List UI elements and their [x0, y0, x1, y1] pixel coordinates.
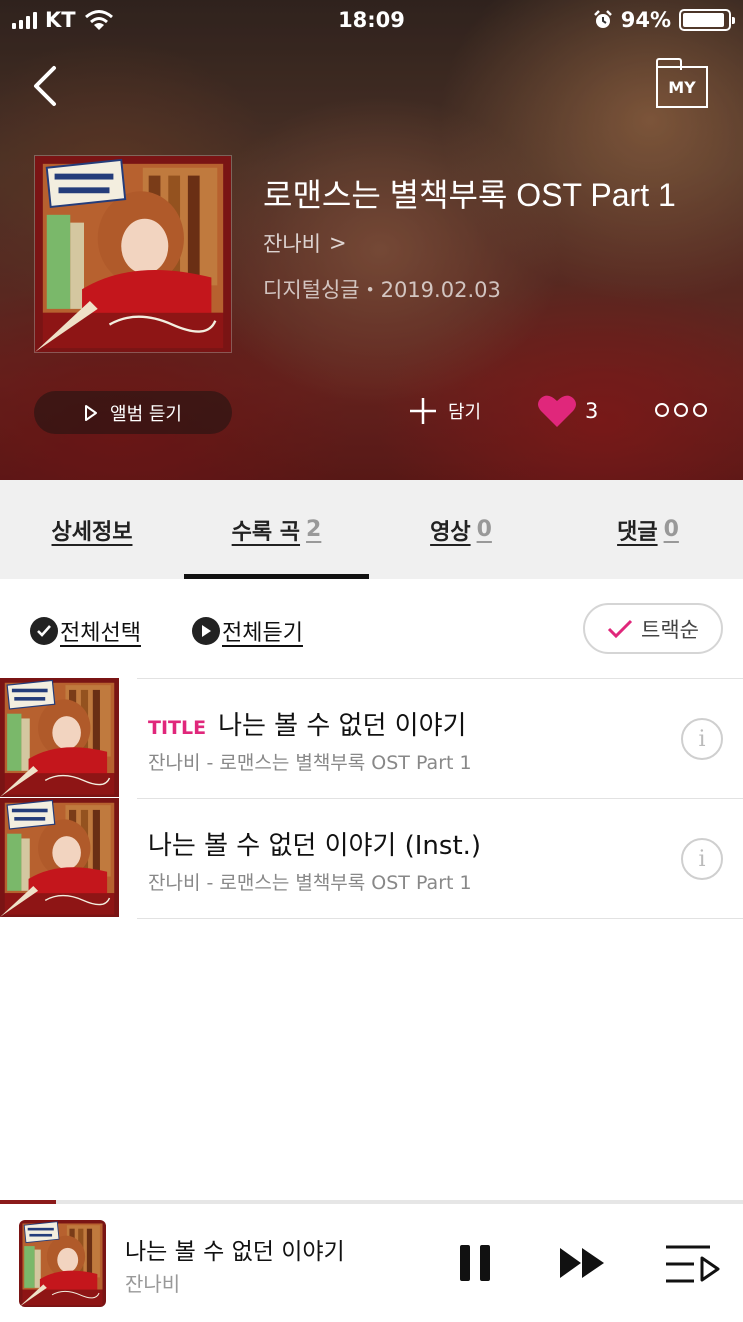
add-to-playlist-button[interactable]: 담기 — [408, 396, 481, 426]
tab-label: 수록 곡 — [231, 519, 301, 545]
pause-icon — [460, 1245, 490, 1281]
tab-label: 영상 — [430, 519, 471, 545]
info-icon[interactable]: i — [681, 718, 723, 760]
track-toolbar: 전체선택 전체듣기 트랙순 — [0, 579, 743, 679]
play-album-label: 앨범 듣기 — [110, 403, 182, 425]
check-circle-icon — [30, 617, 58, 645]
tab-videos[interactable]: 영상 0 — [369, 480, 553, 579]
tab-tracks[interactable]: 수록 곡 2 — [184, 480, 369, 579]
sort-label: 트랙순 — [641, 617, 699, 642]
more-dot-icon — [655, 403, 669, 417]
plus-icon — [410, 398, 436, 424]
add-label: 담기 — [448, 402, 482, 423]
more-dot-icon — [693, 403, 707, 417]
progress-bar[interactable] — [0, 1200, 743, 1204]
play-circle-icon — [192, 617, 220, 645]
tab-label: 상세정보 — [51, 519, 133, 545]
track-subtitle: 잔나비 - 로맨스는 별책부록 OST Part 1 — [148, 752, 472, 774]
battery-icon — [679, 9, 735, 31]
tab-count: 2 — [306, 517, 322, 542]
tab-label: 댓글 — [617, 519, 658, 545]
title-badge: TITLE — [148, 717, 207, 739]
album-cover-art — [35, 156, 231, 352]
track-row[interactable]: TITLE 나는 볼 수 없던 이야기 잔나비 - 로맨스는 별책부록 OST … — [0, 678, 743, 798]
check-icon — [607, 619, 633, 638]
select-all-button[interactable]: 전체선택 — [30, 615, 141, 647]
back-button[interactable] — [28, 62, 64, 110]
album-header: KT 18:09 94% MY 로맨스는 별책부록 OST Part 1 잔나비… — [0, 0, 743, 480]
tab-bar: 상세정보 수록 곡 2 영상 0 댓글 0 — [0, 480, 743, 579]
track-thumbnail — [0, 798, 119, 917]
playlist-button[interactable] — [664, 1244, 720, 1290]
battery-percent: 94% — [620, 8, 671, 32]
more-button[interactable] — [655, 403, 707, 417]
play-all-button[interactable]: 전체듣기 — [192, 615, 303, 647]
track-row[interactable]: 나는 볼 수 없던 이야기 (Inst.) 잔나비 - 로맨스는 별책부록 OS… — [0, 798, 743, 918]
sort-button[interactable]: 트랙순 — [583, 603, 723, 654]
track-thumbnail — [0, 678, 119, 797]
status-bar: KT 18:09 94% — [0, 0, 743, 42]
next-button[interactable] — [558, 1246, 606, 1284]
chevron-right-icon: > — [328, 231, 347, 255]
play-icon — [85, 404, 98, 421]
album-cover[interactable] — [34, 155, 232, 353]
album-title: 로맨스는 별책부록 OST Part 1 — [263, 177, 676, 213]
fast-forward-icon — [560, 1248, 604, 1278]
info-icon[interactable]: i — [681, 838, 723, 880]
now-playing-title: 나는 볼 수 없던 이야기 — [125, 1239, 345, 1265]
like-button[interactable]: 3 — [537, 394, 598, 428]
divider — [137, 678, 743, 679]
heart-icon — [538, 395, 576, 427]
now-playing-thumbnail — [19, 1220, 106, 1307]
divider — [137, 918, 743, 919]
play-all-label: 전체듣기 — [222, 621, 303, 646]
track-subtitle: 잔나비 - 로맨스는 별책부록 OST Part 1 — [148, 872, 472, 894]
play-album-button[interactable]: 앨범 듣기 — [34, 391, 232, 434]
alarm-icon — [593, 10, 612, 28]
album-artist-name: 잔나비 — [263, 232, 321, 256]
album-meta: 디지털싱글・2019.02.03 — [263, 278, 501, 302]
progress-fill — [0, 1200, 56, 1204]
my-button[interactable]: MY — [656, 58, 708, 108]
track-name: 나는 볼 수 없던 이야기 — [218, 711, 467, 741]
my-label: MY — [668, 78, 696, 97]
pause-button[interactable] — [458, 1244, 492, 1286]
divider — [137, 798, 743, 799]
like-count: 3 — [585, 399, 599, 423]
album-artist-link[interactable]: 잔나비 > — [263, 228, 347, 258]
mini-player[interactable]: 나는 볼 수 없던 이야기 잔나비 — [0, 1200, 743, 1322]
select-all-label: 전체선택 — [60, 621, 141, 646]
now-playing-artist: 잔나비 — [125, 1272, 181, 1296]
tab-comments[interactable]: 댓글 0 — [553, 480, 743, 579]
tab-count: 0 — [476, 517, 492, 542]
back-icon — [34, 66, 56, 106]
track-title: TITLE 나는 볼 수 없던 이야기 — [148, 705, 466, 742]
battery-level — [683, 13, 725, 27]
track-title: 나는 볼 수 없던 이야기 (Inst.) — [148, 825, 481, 862]
more-dot-icon — [674, 403, 688, 417]
tab-count: 0 — [663, 517, 679, 542]
playlist-icon — [666, 1245, 720, 1283]
track-name: 나는 볼 수 없던 이야기 (Inst.) — [148, 831, 482, 861]
tab-details[interactable]: 상세정보 — [0, 480, 184, 579]
